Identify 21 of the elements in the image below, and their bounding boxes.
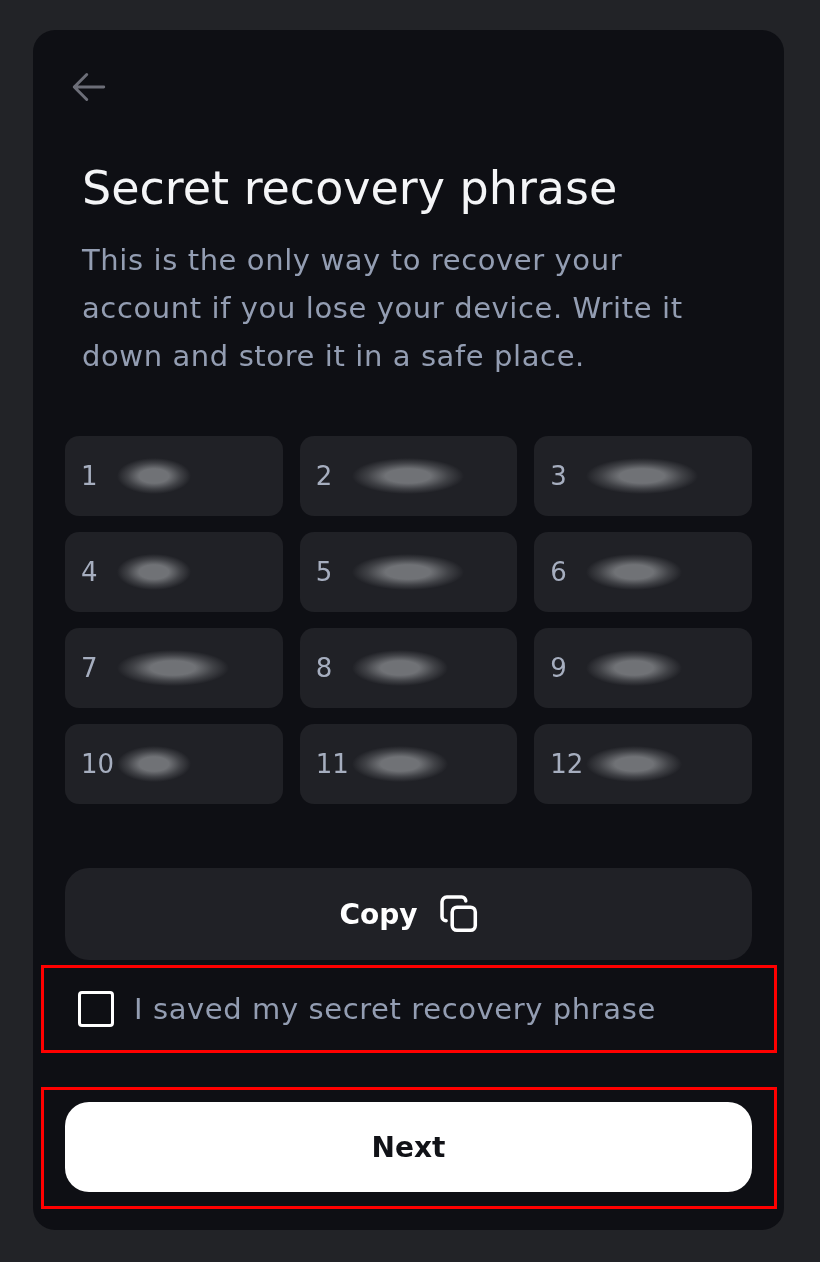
word-number: 5 <box>315 557 334 587</box>
word-number: 9 <box>550 653 568 683</box>
checkbox[interactable] <box>78 991 114 1027</box>
back-button[interactable] <box>72 72 106 102</box>
word-number: 1 <box>81 461 99 491</box>
word-number: 8 <box>315 653 334 683</box>
copy-button[interactable]: Copy <box>65 868 752 960</box>
word-number: 2 <box>315 461 334 491</box>
word-number: 12 <box>550 749 585 779</box>
copy-icon <box>439 895 478 933</box>
word-number: 7 <box>81 653 99 683</box>
next-button[interactable]: Next <box>65 1102 752 1192</box>
word-number: 4 <box>81 557 99 587</box>
checkbox-label[interactable]: I saved my secret recovery phrase <box>134 992 656 1026</box>
word-number: 11 <box>315 749 350 779</box>
word-number: 3 <box>550 461 568 491</box>
description-text: This is the only way to recover your account if you lose your device. Write it down and store it in a safe place. <box>82 242 684 375</box>
word-number: 10 <box>81 749 116 779</box>
word-number: 6 <box>550 557 568 587</box>
arrow-left-icon <box>72 72 106 102</box>
page-title: Secret recovery phrase <box>82 161 618 215</box>
